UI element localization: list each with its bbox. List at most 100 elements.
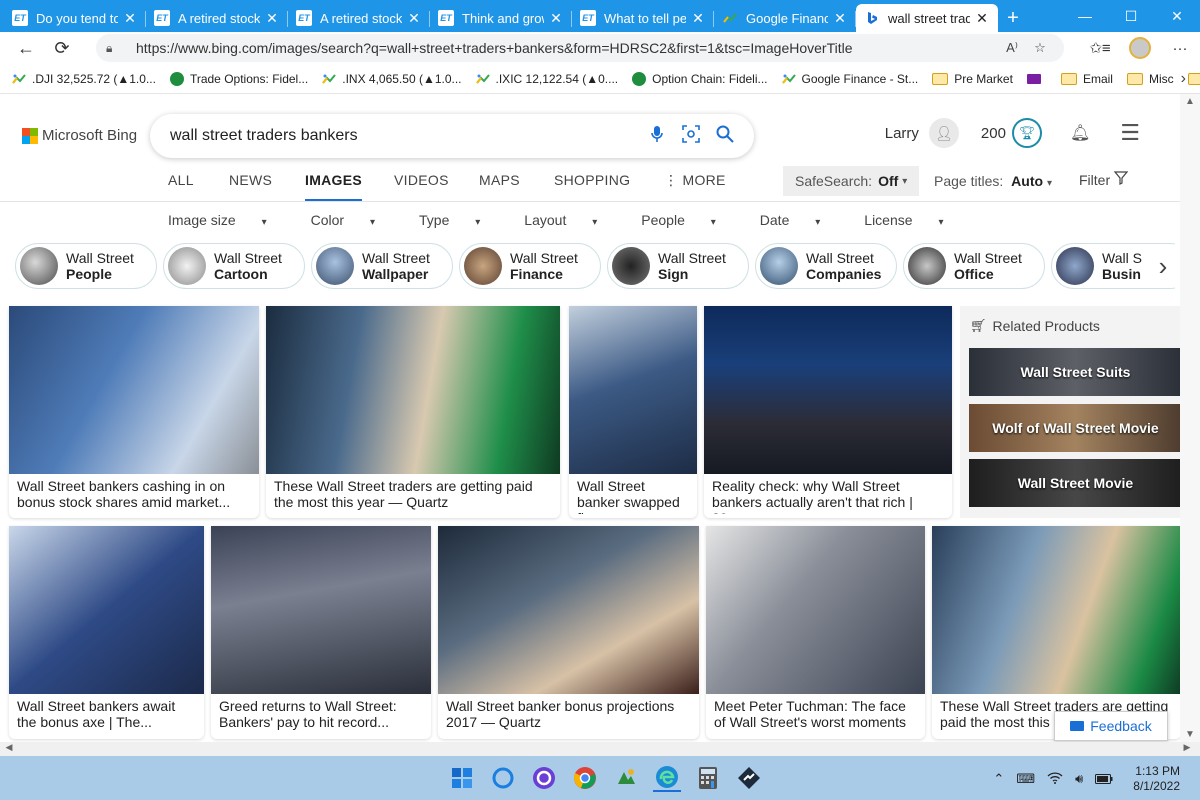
photos-icon[interactable] bbox=[612, 764, 640, 792]
image-result-card[interactable]: These Wall Street traders are getting pa… bbox=[932, 526, 1181, 739]
bookmark-item[interactable]: Misc bbox=[1126, 72, 1174, 86]
search-box[interactable]: wall street traders bankers bbox=[150, 114, 754, 158]
close-tab-icon[interactable]: ✕ bbox=[264, 10, 280, 27]
result-caption[interactable]: Wall Street banker swapped financ... bbox=[569, 474, 697, 514]
filter-dropdown[interactable]: License ▾ bbox=[864, 212, 965, 228]
feedback-button[interactable]: Feedback bbox=[1054, 711, 1168, 741]
filter-dropdown[interactable]: Type ▾ bbox=[419, 212, 502, 228]
notifications-bell-icon[interactable]: 🔔︎ bbox=[1070, 123, 1090, 143]
favorite-add-icon[interactable]: ☆ bbox=[1026, 40, 1054, 56]
related-product-movie[interactable]: Wall Street Movie bbox=[969, 459, 1182, 507]
bookmark-item[interactable]: .IXIC 12,122.54 (▲0.... bbox=[475, 72, 618, 86]
horizontal-scrollbar[interactable]: ◀ ▶ bbox=[0, 742, 1200, 756]
profile-icon[interactable] bbox=[1120, 37, 1160, 59]
maximize-icon[interactable]: ☐ bbox=[1108, 0, 1154, 32]
image-result-card[interactable]: These Wall Street traders are getting pa… bbox=[266, 306, 560, 518]
app-circle-icon[interactable] bbox=[530, 764, 558, 792]
result-image[interactable] bbox=[706, 526, 925, 694]
related-search-chip[interactable]: Wall Street Companies bbox=[755, 243, 897, 289]
image-result-card[interactable]: Wall Street bankers cashing in on bonus … bbox=[9, 306, 259, 518]
result-image[interactable] bbox=[704, 306, 952, 474]
close-window-icon[interactable]: ✕ bbox=[1154, 0, 1200, 32]
browser-tab[interactable]: Google Finance✕ bbox=[714, 4, 856, 32]
result-caption[interactable]: Wall Street bankers cashing in on bonus … bbox=[9, 474, 259, 514]
close-tab-icon[interactable]: ✕ bbox=[832, 10, 848, 27]
result-caption[interactable]: Reality check: why Wall Street bankers a… bbox=[704, 474, 952, 514]
filter-dropdown[interactable]: Color ▾ bbox=[311, 212, 397, 228]
scope-tab[interactable]: VIDEOS bbox=[394, 172, 449, 188]
result-caption[interactable]: Meet Peter Tuchman: The face of Wall Str… bbox=[706, 694, 925, 734]
start-icon[interactable] bbox=[448, 764, 476, 792]
chevron-right-icon[interactable]: › bbox=[1148, 246, 1178, 286]
bookmark-item[interactable]: Trade Options: Fidel... bbox=[169, 71, 308, 86]
image-result-card[interactable]: Reality check: why Wall Street bankers a… bbox=[704, 306, 952, 518]
close-tab-icon[interactable]: ✕ bbox=[548, 10, 564, 27]
close-tab-icon[interactable]: ✕ bbox=[974, 10, 990, 27]
vertical-scrollbar[interactable]: ▲ ▼ bbox=[1180, 94, 1200, 742]
scroll-up-icon[interactable]: ▲ bbox=[1180, 96, 1200, 107]
trading-app-icon[interactable] bbox=[735, 764, 763, 792]
favorites-icon[interactable]: ✩≡ bbox=[1080, 39, 1120, 57]
cortana-icon[interactable] bbox=[489, 764, 517, 792]
scope-tab[interactable]: ⋮ MORE bbox=[664, 172, 726, 189]
keyboard-icon[interactable]: ⌨︎ bbox=[1016, 771, 1035, 787]
volume-icon[interactable]: 🔊︎ bbox=[1075, 771, 1083, 787]
related-search-chip[interactable]: Wall Street Cartoon bbox=[163, 243, 305, 289]
page-titles-dropdown[interactable]: Page titles: Auto ▾ bbox=[934, 173, 1052, 189]
search-icon[interactable] bbox=[708, 125, 742, 148]
rewards-points[interactable]: 200 bbox=[981, 125, 1006, 142]
lock-icon[interactable]: 🔒︎ bbox=[106, 41, 126, 56]
filter-dropdown[interactable]: People ▾ bbox=[641, 212, 738, 228]
chevron-up-icon[interactable]: ⌃ bbox=[993, 771, 1004, 787]
bookmarks-overflow-icon[interactable]: › bbox=[1181, 70, 1186, 88]
bookmark-item[interactable]: Pre Market bbox=[932, 72, 1013, 86]
visual-search-icon[interactable] bbox=[674, 124, 708, 148]
bookmark-item[interactable]: .INX 4,065.50 (▲1.0... bbox=[322, 72, 462, 86]
result-caption[interactable]: Greed returns to Wall Street: Bankers' p… bbox=[211, 694, 431, 734]
read-aloud-icon[interactable]: A⁾ bbox=[998, 40, 1026, 56]
bookmark-item[interactable]: Option Chain: Fideli... bbox=[632, 71, 768, 86]
hamburger-menu-icon[interactable]: ☰ bbox=[1120, 120, 1140, 146]
bing-logo[interactable]: Microsoft Bing bbox=[22, 127, 137, 144]
safesearch-dropdown[interactable]: SafeSearch: Off ▾ bbox=[783, 166, 920, 196]
search-input[interactable]: wall street traders bankers bbox=[170, 127, 640, 145]
wifi-icon[interactable] bbox=[1047, 771, 1063, 787]
url-text[interactable]: https://www.bing.com/images/search?q=wal… bbox=[136, 40, 998, 56]
browser-tab[interactable]: ET What to tell peo ✕ bbox=[572, 4, 714, 32]
result-caption[interactable]: Wall Street banker bonus projections 201… bbox=[438, 694, 699, 734]
browser-tab[interactable]: ET A retired stockb ✕ bbox=[288, 4, 430, 32]
bookmark-item[interactable]: Email bbox=[1060, 72, 1113, 86]
related-search-chip[interactable]: Wall Street Finance bbox=[459, 243, 601, 289]
new-tab-button[interactable]: + bbox=[998, 4, 1028, 32]
scope-tab[interactable]: NEWS bbox=[229, 172, 272, 188]
scroll-down-icon[interactable]: ▼ bbox=[1180, 729, 1200, 740]
edge-icon[interactable] bbox=[653, 764, 681, 792]
related-product-wolf-movie[interactable]: Wolf of Wall Street Movie bbox=[969, 404, 1182, 452]
chrome-icon[interactable] bbox=[571, 764, 599, 792]
scroll-right-icon[interactable]: ▶ bbox=[1180, 742, 1194, 753]
calculator-icon[interactable] bbox=[694, 764, 722, 792]
rewards-trophy-icon[interactable]: 🏆︎ bbox=[1011, 118, 1042, 148]
result-caption[interactable]: Wall Street bankers await the bonus axe … bbox=[9, 694, 204, 734]
more-menu-icon[interactable]: ··· bbox=[1160, 40, 1200, 57]
result-image[interactable] bbox=[9, 526, 204, 694]
refresh-button[interactable]: ⟳ bbox=[44, 32, 80, 64]
scope-tab[interactable]: MAPS bbox=[479, 172, 520, 188]
close-tab-icon[interactable]: ✕ bbox=[690, 10, 706, 27]
related-search-chip[interactable]: Wall Street Sign bbox=[607, 243, 749, 289]
related-search-chip[interactable]: Wall Street Office bbox=[903, 243, 1045, 289]
scope-tab[interactable]: SHOPPING bbox=[554, 172, 630, 188]
bookmark-item[interactable]: Google Finance - St... bbox=[781, 72, 918, 86]
related-search-chip[interactable]: Wall Street People bbox=[15, 243, 157, 289]
bookmark-item[interactable]: 1 bbox=[1187, 72, 1200, 86]
close-tab-icon[interactable]: ✕ bbox=[406, 10, 422, 27]
bookmark-item[interactable] bbox=[1026, 73, 1047, 84]
browser-tab[interactable]: ET A retired stockb ✕ bbox=[146, 4, 288, 32]
image-result-card[interactable]: Wall Street bankers await the bonus axe … bbox=[9, 526, 204, 739]
close-tab-icon[interactable]: ✕ bbox=[122, 10, 138, 27]
scope-tab[interactable]: ALL bbox=[168, 172, 194, 188]
battery-icon[interactable] bbox=[1095, 772, 1113, 787]
result-caption[interactable]: These Wall Street traders are getting pa… bbox=[266, 474, 560, 514]
bookmark-item[interactable]: .DJI 32,525.72 (▲1.0... bbox=[12, 72, 156, 86]
browser-tab[interactable]: ET Think and grow ✕ bbox=[430, 4, 572, 32]
